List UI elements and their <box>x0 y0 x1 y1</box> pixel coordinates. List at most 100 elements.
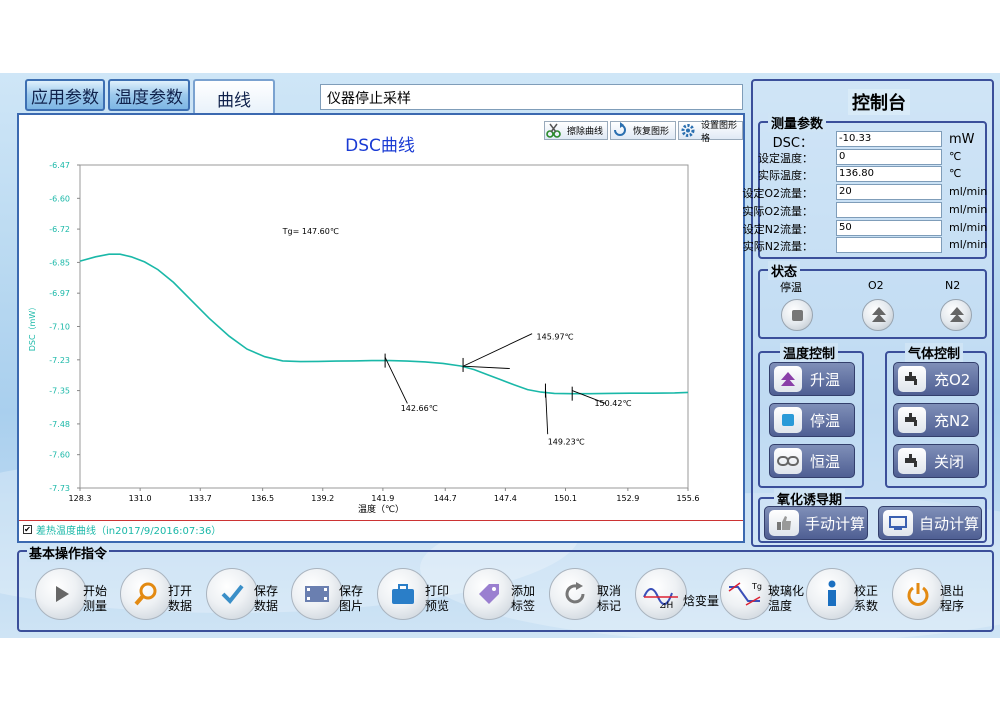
tab-curve[interactable]: 曲线 <box>193 79 275 115</box>
op-button-film[interactable]: 保存 图片 <box>291 564 377 624</box>
gas-control-group: 气体控制 充O2 充N2 关闭 <box>885 343 987 488</box>
measure-label: 实际温度： <box>758 169 813 183</box>
close-gas-button[interactable]: 关闭 <box>893 444 979 478</box>
screen-icon <box>883 510 913 536</box>
state-stop-indicator <box>781 299 813 331</box>
manual-calc-label: 手动计算 <box>805 514 866 533</box>
gas-control-title: 气体控制 <box>905 343 964 362</box>
measure-label: 实际O2流量： <box>742 204 813 218</box>
measure-label: 设定N2流量： <box>742 222 813 236</box>
faucet-icon <box>898 407 926 433</box>
measure-value-field[interactable]: 50 <box>836 219 942 236</box>
op-button-checkmark[interactable]: 保存 数据 <box>206 564 292 624</box>
tab-application-params[interactable]: 应用参数 <box>25 79 105 111</box>
fill-n2-button[interactable]: 充N2 <box>893 403 979 437</box>
y-tick-label: -7.48 <box>49 420 70 429</box>
op-button-info[interactable]: 校正 系数 <box>806 564 892 624</box>
app-window: 应用参数 温度参数 曲线 仪器停止采样 擦除曲线 恢复图形 设置图形格 DSC曲… <box>0 73 1000 638</box>
measure-value-field[interactable] <box>836 201 942 218</box>
temperature-control-group: 温度控制 升温 停温 恒温 <box>758 343 864 488</box>
thumbs-up-icon <box>769 510 799 536</box>
plot-frame <box>79 164 689 489</box>
console-title: 控制台 <box>848 89 910 115</box>
legend-label: 差热温度曲线（in2017/9/2016:07:36） <box>36 526 222 537</box>
manual-calc-button[interactable]: 手动计算 <box>764 506 868 540</box>
auto-calc-button[interactable]: 自动计算 <box>878 506 982 540</box>
constant-temp-button[interactable]: 恒温 <box>769 444 855 478</box>
refresh-icon <box>549 568 601 620</box>
dsc-chart: DSC曲线 -6.47 -6.60 -6.72 -6.85 -6.97 -7.10 -7.2… <box>28 136 699 515</box>
svg-text:Tg: Tg <box>751 582 762 591</box>
chart-annotation: 149.23℃ <box>548 437 585 446</box>
measure-row: 设定温度： 0 ℃ <box>758 148 989 166</box>
state-group: 状态 停温 O2 N2 <box>758 261 987 339</box>
measure-row: 实际O2流量： ml/min <box>742 201 989 219</box>
fill-o2-button[interactable]: 充O2 <box>893 362 979 396</box>
op-label: 取消 标记 <box>597 584 622 613</box>
measure-value-field[interactable]: 20 <box>836 184 942 201</box>
x-tick-label: 128.3 <box>69 494 92 503</box>
op-button-magnifier[interactable]: 打开 数据 <box>120 564 206 624</box>
constant-temp-label: 恒温 <box>810 452 841 471</box>
x-tick-label: 152.9 <box>616 494 639 503</box>
op-button-briefcase[interactable]: 打印 预览 <box>377 564 463 624</box>
measure-value-field[interactable] <box>836 237 942 254</box>
measure-unit: ℃ <box>949 149 962 163</box>
control-console: 控制台 测量参数 DSC： -10.33 mW 设定温度： 0 ℃ 实际温度： 136.80 ℃… <box>742 79 994 547</box>
stop-heat-button[interactable]: 停温 <box>769 403 855 437</box>
chart-annotation: Tg= 147.60℃ <box>282 227 339 236</box>
legend-checkbox[interactable]: ✔ <box>23 525 32 534</box>
legend-divider <box>19 520 743 521</box>
op-label: 添加 标签 <box>511 584 536 613</box>
op-button-refresh[interactable]: 取消 标记 <box>549 564 635 624</box>
stop-square-icon <box>792 310 803 321</box>
measure-value-field[interactable]: -10.33 <box>836 131 942 147</box>
chart-annotation: 142.66℃ <box>401 404 438 413</box>
state-label-stop: 停温 <box>780 281 802 294</box>
state-label-o2: O2 <box>868 279 884 292</box>
measure-value-field[interactable]: 0 <box>836 148 942 165</box>
link-icon <box>774 448 802 474</box>
op-label: 退出 程序 <box>940 584 965 613</box>
measure-unit: ml/min <box>949 220 988 234</box>
op-button-play[interactable]: 开始 测量 <box>35 564 121 624</box>
state-o2-indicator <box>862 299 894 331</box>
basic-operations-title: 基本操作指令 <box>27 543 110 562</box>
film-icon <box>291 568 343 620</box>
status-field: 仪器停止采样 <box>320 84 743 110</box>
op-label: 开始 测量 <box>83 584 108 613</box>
x-tick-label: 133.7 <box>189 494 212 503</box>
y-tick-label: -6.47 <box>49 161 70 170</box>
y-tick-label: -6.60 <box>49 194 70 203</box>
measure-value-field[interactable]: 136.80 <box>836 166 942 183</box>
measure-label: 设定O2流量： <box>742 187 813 201</box>
op-button-power[interactable]: 退出 程序 <box>892 564 978 624</box>
tab-temperature-params[interactable]: 温度参数 <box>108 79 190 111</box>
op-label: 保存 数据 <box>254 584 279 613</box>
x-tick-label: 136.5 <box>251 494 274 503</box>
y-tick-label: -6.72 <box>49 225 70 234</box>
measure-label: 实际N2流量： <box>742 240 813 254</box>
op-button-tg[interactable]: Tg 玻璃化 温度 <box>720 564 806 624</box>
op-button-tag[interactable]: 添加 标签 <box>463 564 549 624</box>
measure-row: 设定N2流量： 50 ml/min <box>743 219 989 237</box>
dsc-series-line <box>79 253 689 395</box>
x-tick-label: 144.7 <box>434 494 457 503</box>
x-axis-label: 温度（℃） <box>358 503 404 515</box>
op-label: 校正 系数 <box>854 584 879 613</box>
y-tick-label: -7.60 <box>49 451 70 460</box>
measure-unit: ml/min <box>949 185 988 199</box>
measure-unit: ml/min <box>949 202 988 216</box>
op-button-enthalpy[interactable]: ⊿H 焓变量 <box>635 564 721 624</box>
faucet-icon <box>898 448 926 474</box>
up-arrow-icon <box>774 366 802 392</box>
svg-text:⊿H: ⊿H <box>659 601 673 609</box>
double-up-arrow-icon <box>872 307 886 322</box>
x-tick-label: 150.1 <box>554 494 577 503</box>
op-label: 打开 数据 <box>168 584 193 613</box>
heat-up-button[interactable]: 升温 <box>769 362 855 396</box>
y-tick-label: -7.73 <box>49 484 70 493</box>
magnifier-icon <box>120 568 172 620</box>
stop-heat-label: 停温 <box>810 411 841 430</box>
measure-label: 设定温度： <box>758 151 813 165</box>
